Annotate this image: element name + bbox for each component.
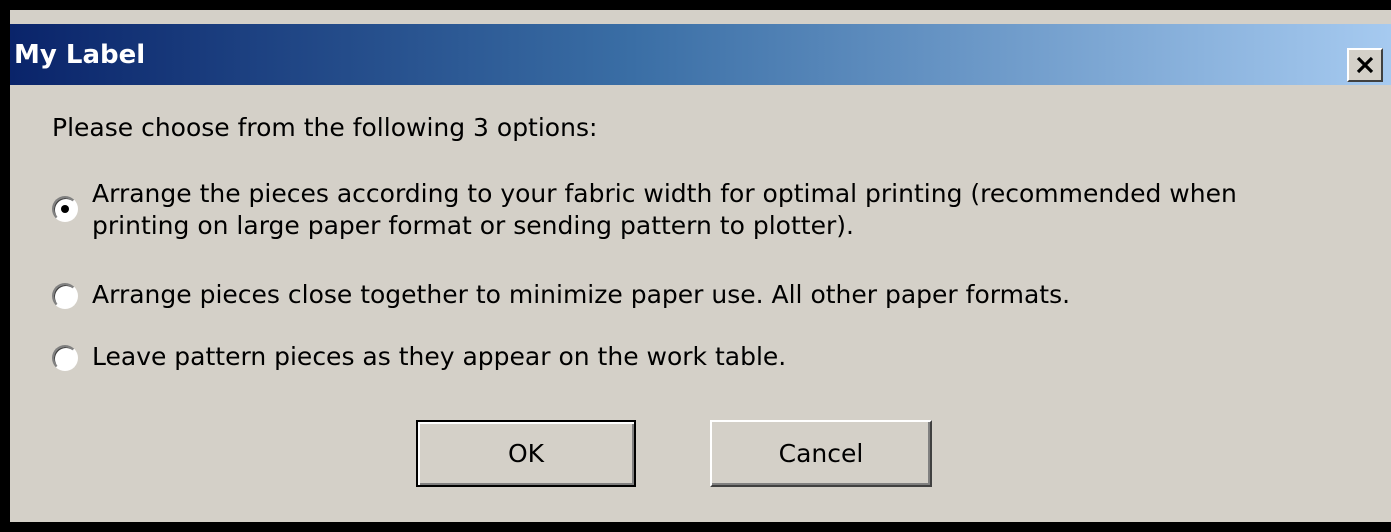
dialog-title: My Label	[14, 40, 146, 70]
option-label[interactable]: Arrange pieces close together to minimiz…	[92, 279, 1070, 311]
prompt-text: Please choose from the following 3 optio…	[52, 113, 598, 142]
radio-button-minimize-paper[interactable]	[52, 283, 78, 309]
title-strip	[10, 10, 1391, 24]
option-label[interactable]: Arrange the pieces according to your fab…	[92, 178, 1332, 242]
cancel-button[interactable]: Cancel	[710, 420, 932, 487]
radio-selected-dot	[61, 205, 69, 213]
option-leave-as-is[interactable]: Leave pattern pieces as they appear on t…	[52, 341, 786, 373]
radio-button-leave-as-is[interactable]	[52, 345, 78, 371]
dialog-window: My Label Please choose from the followin…	[10, 10, 1391, 522]
radio-button-fabric-width[interactable]	[52, 196, 78, 222]
option-fabric-width[interactable]: Arrange the pieces according to your fab…	[52, 178, 1332, 242]
close-button[interactable]	[1347, 48, 1383, 82]
option-minimize-paper[interactable]: Arrange pieces close together to minimiz…	[52, 279, 1070, 311]
close-icon	[1356, 56, 1374, 74]
title-bar[interactable]: My Label	[10, 24, 1391, 85]
ok-button[interactable]: OK	[416, 420, 636, 487]
option-label[interactable]: Leave pattern pieces as they appear on t…	[92, 341, 786, 373]
